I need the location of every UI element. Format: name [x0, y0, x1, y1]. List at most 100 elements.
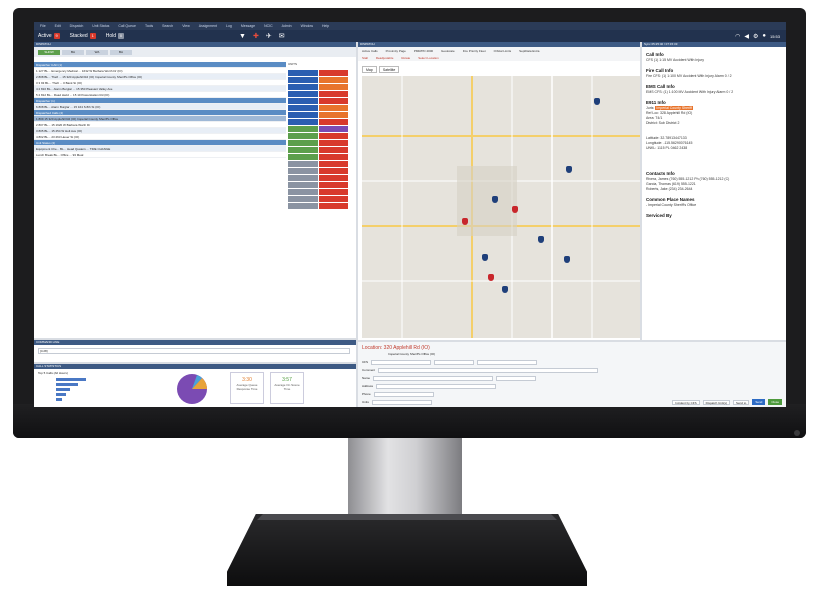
- unit-status-row[interactable]: [288, 70, 348, 76]
- tab-wa[interactable]: WA: [86, 50, 108, 55]
- unit-status-row[interactable]: [288, 203, 348, 209]
- map-view-button[interactable]: Map: [362, 66, 377, 73]
- map-tab[interactable]: Proximity Page: [386, 49, 406, 53]
- unit-status-row[interactable]: [288, 126, 348, 132]
- unit-status-row[interactable]: [288, 91, 348, 97]
- unit-status-row[interactable]: [288, 168, 348, 174]
- filter-icon[interactable]: ▼: [239, 33, 246, 40]
- menu-item[interactable]: Window: [301, 24, 313, 28]
- unit-marker[interactable]: [564, 256, 570, 263]
- hold-count-badge[interactable]: 0: [118, 33, 124, 39]
- unit-status-cell: [288, 105, 318, 111]
- send-to-button[interactable]: Send to: [732, 399, 750, 405]
- dispatch-units-button[interactable]: Dispatch Unit(s): [702, 399, 730, 405]
- stacked-count-badge[interactable]: 1: [89, 33, 96, 39]
- map-tab[interactable]: PMR/PD 4000: [414, 49, 433, 53]
- cfs-field[interactable]: [371, 359, 431, 365]
- command-input[interactable]: [4:28]: [38, 348, 350, 354]
- map-tab[interactable]: Active Calls: [362, 49, 378, 53]
- volume-icon[interactable]: ◀: [744, 33, 749, 40]
- menu-item[interactable]: Search: [162, 24, 173, 28]
- jurisdiction-highlight: Imperial County Sheriff: [655, 106, 693, 110]
- menu-item[interactable]: File: [40, 24, 46, 28]
- alert-icon[interactable]: ✚: [253, 32, 259, 40]
- incident-by-cfs-button[interactable]: Incident by CFS: [672, 399, 700, 405]
- menu-item[interactable]: Call Queue: [118, 24, 136, 28]
- unit-status-row[interactable]: [288, 175, 348, 181]
- unit-marker[interactable]: [492, 196, 498, 203]
- unit-status-row[interactable]: [288, 189, 348, 195]
- unit-status-row[interactable]: [288, 77, 348, 83]
- unit-status-row[interactable]: [288, 119, 348, 125]
- map-tool[interactable]: Readjustable: [376, 56, 394, 60]
- menu-item[interactable]: Log: [226, 24, 232, 28]
- unit-status-row[interactable]: [288, 140, 348, 146]
- incident-marker[interactable]: [488, 274, 494, 281]
- map-tool[interactable]: Rotate: [401, 56, 410, 60]
- tab-ba[interactable]: BA: [62, 50, 84, 55]
- send-button[interactable]: Send: [752, 399, 766, 405]
- map-tab[interactable]: Fire Priority Fleet: [463, 49, 486, 53]
- unit-status-row[interactable]: [288, 105, 348, 111]
- unit-status-cell: [288, 119, 318, 125]
- menu-item[interactable]: Admin: [282, 24, 292, 28]
- map-tab[interactable]: SeptData Extra: [519, 49, 539, 53]
- unit-status-row[interactable]: [288, 154, 348, 160]
- phone-field[interactable]: [373, 391, 434, 397]
- unit-marker[interactable]: [566, 166, 572, 173]
- system-tray: ◠ ◀ ⚙ ● 15:53: [735, 30, 780, 42]
- units-field[interactable]: [371, 399, 432, 405]
- menu-item[interactable]: Unit Status: [92, 24, 109, 28]
- unit-status-row[interactable]: [288, 133, 348, 139]
- unit-marker[interactable]: [594, 98, 600, 105]
- map-tool[interactable]: Select Location: [418, 56, 439, 60]
- tab-ba-2[interactable]: BA: [110, 50, 132, 55]
- comment-field[interactable]: [378, 367, 599, 373]
- dispatch-map[interactable]: [362, 76, 640, 338]
- menu-item[interactable]: Tools: [145, 24, 153, 28]
- settings-icon[interactable]: ⚙: [753, 33, 758, 40]
- unit-marker[interactable]: [538, 236, 544, 243]
- map-tab[interactable]: Orbital Limits: [494, 49, 512, 53]
- unit-status-cell: [288, 154, 318, 160]
- avg-queue-time-box: 3:30 Average Queue Response Time: [230, 372, 264, 404]
- menu-item[interactable]: Edit: [55, 24, 61, 28]
- fire-call-info-heading: Fire Call Info: [646, 68, 674, 73]
- tab-show[interactable]: SHOW: [38, 50, 60, 55]
- menu-item[interactable]: NCIC: [264, 24, 273, 28]
- chart-bar: [56, 378, 86, 381]
- menu-item[interactable]: View: [182, 24, 190, 28]
- mail-icon[interactable]: ✉: [279, 32, 285, 40]
- unit-status-row[interactable]: [288, 84, 348, 90]
- call-statistics-pane: CALL STATISTICS Top 5 Calls (All Hours) …: [34, 364, 356, 407]
- call-type-field[interactable]: [477, 359, 537, 365]
- incident-marker[interactable]: [512, 206, 518, 213]
- menu-item[interactable]: Assignment: [199, 24, 217, 28]
- address-field[interactable]: [376, 383, 497, 389]
- unit-marker[interactable]: [502, 286, 508, 293]
- menu-item[interactable]: Dispatch: [70, 24, 84, 28]
- menu-item[interactable]: Message: [241, 24, 255, 28]
- unit-status-row[interactable]: [288, 161, 348, 167]
- active-count-badge[interactable]: 9: [53, 33, 60, 39]
- dob-field[interactable]: [496, 375, 537, 381]
- map-tab[interactable]: Geolocate: [441, 49, 455, 53]
- unit-status-row[interactable]: [288, 196, 348, 202]
- close-button[interactable]: Close: [768, 399, 782, 405]
- unit-status-row[interactable]: [288, 182, 348, 188]
- priority-field[interactable]: [434, 359, 474, 365]
- wifi-icon[interactable]: ◠: [735, 33, 740, 40]
- units-icon[interactable]: ✈: [266, 32, 272, 40]
- satellite-view-button[interactable]: Satellite: [378, 66, 400, 73]
- unit-status-row[interactable]: [288, 112, 348, 118]
- name-field[interactable]: [373, 375, 494, 381]
- unit-marker[interactable]: [482, 254, 488, 261]
- menu-item[interactable]: Help: [322, 24, 329, 28]
- user-icon[interactable]: ●: [762, 33, 766, 39]
- incident-marker[interactable]: [462, 218, 468, 225]
- map-tool[interactable]: Stall: [362, 56, 368, 60]
- unit-status-cell: [288, 140, 318, 146]
- unit-status-row[interactable]: [288, 98, 348, 104]
- unit-status-row[interactable]: [288, 147, 348, 153]
- incident-row[interactable]: Lunch Break BL... Office ... 93 Meal: [34, 152, 286, 158]
